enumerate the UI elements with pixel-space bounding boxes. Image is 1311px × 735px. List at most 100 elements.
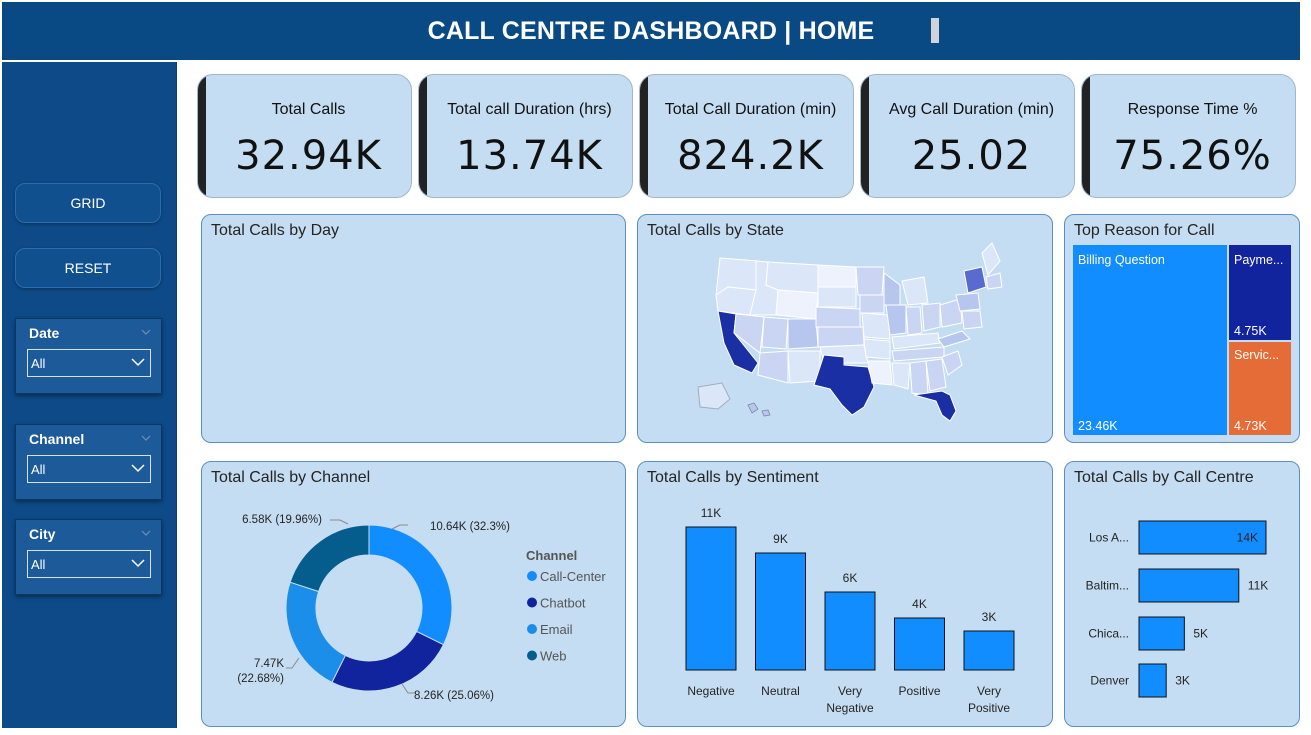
sentiment-bar-label: 4K: [912, 597, 927, 611]
sentiment-axis-label: Very: [977, 684, 1001, 698]
kpi-accent-bar: [861, 75, 869, 197]
map-region: [765, 261, 819, 294]
map-region: [817, 326, 865, 348]
sentiment-bar[interactable]: [685, 526, 737, 671]
panel-calls-by-day[interactable]: Total Calls by Day 4.3KSun4.3KMon4.4KTue…: [201, 214, 626, 443]
kpi-card-response-time[interactable]: Response Time % 75.26%: [1081, 74, 1296, 198]
donut-data-label: 7.47K: [254, 658, 284, 670]
centre-axis-label: Baltim...: [1086, 579, 1129, 593]
header-bar: CALL CENTRE DASHBOARD | HOME: [2, 2, 1300, 60]
centre-bar-label: 14K: [1237, 531, 1258, 545]
treemap-tile-value: 23.46K: [1078, 419, 1118, 433]
centre-bar-label: 11K: [1248, 579, 1268, 593]
city-dropdown[interactable]: All: [27, 550, 151, 578]
panel-calls-by-channel[interactable]: Total Calls by Channel 10.64K (32.3%) 8.2…: [201, 461, 626, 727]
map-region: [981, 242, 1001, 277]
map-region: [855, 266, 885, 296]
map-region: [815, 306, 861, 328]
donut-data-label: 6.58K (19.96%): [242, 514, 322, 526]
treemap-tile-payment[interactable]: Payme... 4.75K: [1229, 245, 1291, 340]
kpi-value: 25.02: [911, 133, 1032, 179]
channel-dropdown-value: All: [31, 461, 46, 477]
calls-by-channel-donut: 10.64K (32.3%) 8.26K (25.06%) 7.47K 6.58K (…: [237, 514, 606, 702]
map-region: [891, 332, 941, 350]
date-dropdown-value: All: [31, 355, 46, 371]
reset-button[interactable]: RESET: [15, 248, 161, 288]
date-dropdown[interactable]: All: [27, 349, 151, 377]
map-region: [787, 350, 821, 384]
chevron-down-icon: [131, 559, 145, 568]
kpi-label: Total Calls: [271, 101, 346, 118]
collapse-chevron-icon[interactable]: [141, 528, 151, 538]
map-region: [885, 304, 907, 336]
sentiment-axis-label: Positive: [968, 701, 1010, 715]
centre-bar[interactable]: [1138, 663, 1167, 698]
legend-marker: [527, 624, 537, 634]
sentiment-axis-label: Neutral: [761, 684, 800, 698]
treemap-tile-name: Payme...: [1234, 253, 1284, 267]
legend-item-label: Call-Center: [540, 569, 606, 584]
collapse-chevron-icon[interactable]: [141, 327, 151, 337]
kpi-card-avg-duration[interactable]: Avg Call Duration (min) 25.02: [860, 74, 1075, 198]
panel-calls-by-centre[interactable]: Total Calls by Call Centre Los A... 14K Ba…: [1064, 461, 1300, 727]
dashboard: CALL CENTRE DASHBOARD | HOME GRID RESET …: [0, 0, 1311, 735]
kpi-card-total-duration-hrs[interactable]: Total call Duration (hrs) 13.74K: [418, 74, 633, 198]
donut-slice[interactable]: [368, 524, 453, 646]
grid-button[interactable]: GRID: [15, 183, 161, 223]
collapse-chevron-icon[interactable]: [141, 433, 151, 443]
legend-marker: [527, 571, 537, 581]
panel-calls-by-sentiment[interactable]: Total Calls by Sentiment 11K Negative 9K Ne…: [637, 461, 1053, 727]
kpi-card-total-duration-min[interactable]: Total Call Duration (min) 824.2K: [639, 74, 854, 198]
sentiment-bar[interactable]: [963, 630, 1015, 671]
sentiment-bar[interactable]: [755, 552, 806, 671]
panel-calls-by-state[interactable]: Total Calls by State: [637, 214, 1053, 443]
treemap-tile-name: Servic...: [1234, 348, 1280, 362]
map-region: [941, 350, 963, 376]
centre-bar[interactable]: [1138, 616, 1185, 651]
map-region: [817, 286, 857, 308]
map-region: [817, 264, 857, 288]
legend-item-label: Web: [540, 649, 567, 664]
map-region: [697, 382, 731, 410]
donut-slice[interactable]: [285, 581, 347, 683]
centre-axis-label: Denver: [1090, 674, 1129, 688]
map-region: [913, 390, 957, 422]
kpi-accent-bar: [198, 75, 206, 197]
kpi-accent-bar: [1082, 75, 1090, 197]
kpi-card-total-calls[interactable]: Total Calls 32.94K: [197, 74, 412, 198]
calls-by-centre-chart: Los A... 14K Baltim... 11K Chica... 5K Denver 3…: [1086, 520, 1268, 698]
kpi-label: Total call Duration (hrs): [447, 101, 612, 118]
centre-bar-label: 3K: [1175, 674, 1190, 688]
us-map[interactable]: [638, 215, 1054, 444]
city-slicer-title: City: [29, 526, 56, 542]
map-region: [747, 402, 759, 414]
channel-dropdown[interactable]: All: [27, 455, 151, 483]
map-region: [985, 272, 1003, 290]
kpi-value: 13.74K: [456, 133, 603, 179]
kpi-value: 32.94K: [235, 133, 382, 179]
treemap-tile-service[interactable]: Servic... 4.73K: [1229, 342, 1291, 435]
kpi-label: Avg Call Duration (min): [888, 101, 1055, 118]
map-region: [761, 316, 789, 350]
chevron-down-icon: [131, 464, 145, 473]
map-region: [901, 276, 929, 306]
map-region: [861, 312, 891, 340]
text-cursor-indicator: [931, 18, 939, 43]
kpi-value: 75.26%: [1113, 133, 1272, 179]
map-region: [859, 294, 885, 314]
kpi-value: 824.2K: [677, 133, 824, 179]
sentiment-bar[interactable]: [824, 591, 876, 671]
panel-top-reason[interactable]: Top Reason for Call Billing Question 23.…: [1064, 214, 1300, 443]
donut-slice[interactable]: [331, 630, 445, 692]
centre-bar[interactable]: [1138, 568, 1240, 603]
sentiment-bar[interactable]: [894, 617, 945, 671]
page-title: CALL CENTRE DASHBOARD | HOME: [427, 16, 875, 45]
treemap-tile-billing[interactable]: Billing Question 23.46K: [1073, 245, 1227, 435]
city-slicer: City All: [15, 519, 162, 595]
sentiment-axis-label: Positive: [898, 684, 940, 698]
donut-slice[interactable]: [289, 524, 370, 593]
map-region: [961, 310, 983, 330]
city-dropdown-value: All: [31, 556, 46, 572]
calls-by-sentiment-chart: 11K Negative 9K Neutral 6K Very Negative 4K Posi…: [685, 506, 1015, 715]
treemap-tile-value: 4.73K: [1234, 419, 1267, 433]
